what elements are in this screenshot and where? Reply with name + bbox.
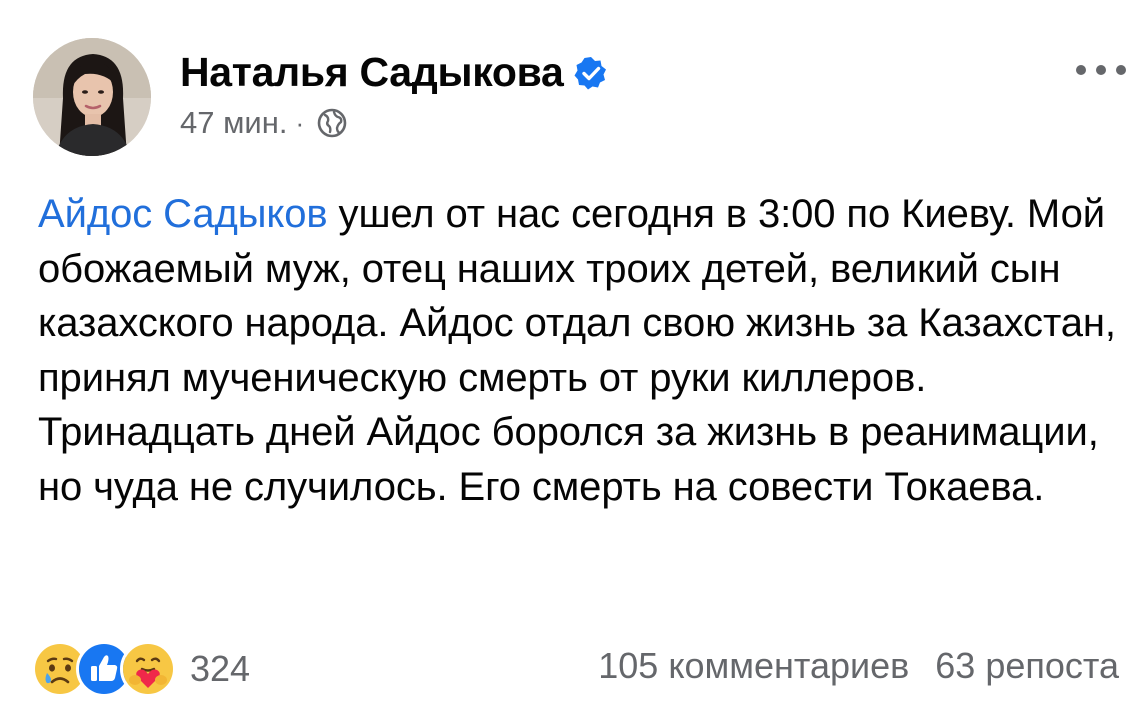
more-options-icon[interactable] (1076, 60, 1126, 80)
post-meta: 47 мин. · (180, 105, 348, 141)
care-reaction-icon (120, 641, 176, 697)
globe-icon[interactable] (316, 107, 348, 139)
reaction-count: 324 (190, 648, 251, 689)
author-name[interactable]: Наталья Садыкова (180, 49, 564, 96)
author-header: Наталья Садыкова (180, 49, 608, 96)
more-dot (1116, 65, 1126, 75)
author-avatar[interactable] (33, 38, 151, 156)
more-dot (1076, 65, 1086, 75)
comments-count-link[interactable]: 105 комментариев (598, 645, 909, 687)
reaction-icons (32, 641, 176, 697)
avatar-photo (33, 38, 151, 156)
meta-separator: · (295, 108, 305, 138)
post-stats: 105 комментариев 63 репоста (598, 645, 1119, 687)
post-text: Айдос Садыков ушел от нас сегодня в 3:00… (38, 187, 1118, 514)
mention-link[interactable]: Айдос Садыков (38, 192, 328, 236)
verified-badge-icon (574, 56, 608, 90)
more-dot (1096, 65, 1106, 75)
post-body-text: ушел от нас сегодня в 3:00 по Киеву. Мой… (38, 192, 1116, 509)
reactions-summary[interactable]: 324 (32, 641, 250, 697)
post-timestamp[interactable]: 47 мин. (180, 105, 287, 141)
shares-count-link[interactable]: 63 репоста (935, 645, 1119, 687)
